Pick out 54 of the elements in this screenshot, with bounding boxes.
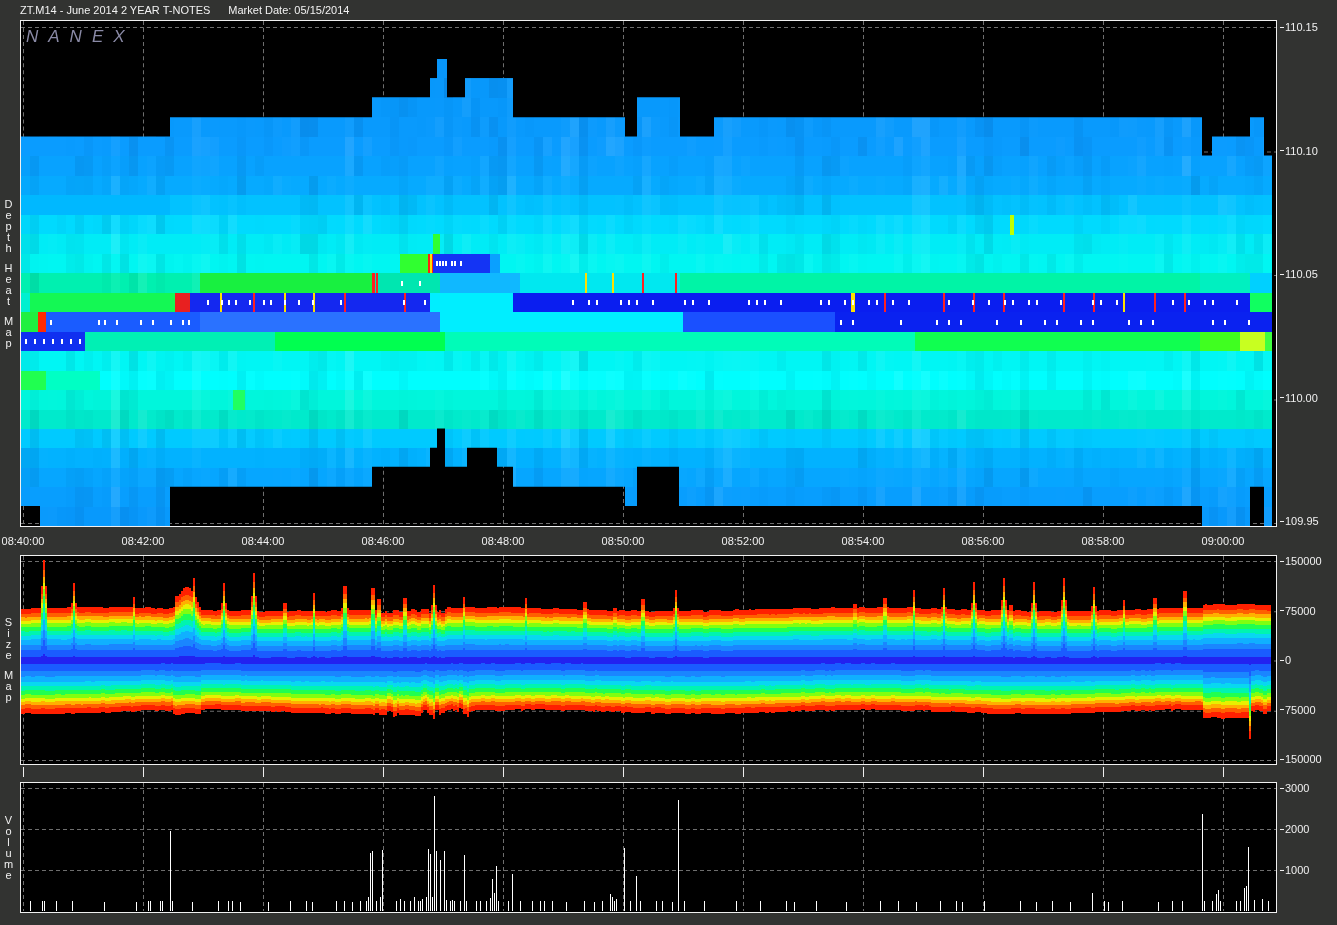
time-label: 08:42:00: [121, 535, 165, 549]
price-label: 110.05: [1285, 268, 1318, 280]
size-label: 150000: [1285, 555, 1322, 567]
tick-mark: [1280, 758, 1284, 760]
price-label: 110.10: [1285, 144, 1318, 157]
time-label: 08:56:00: [961, 535, 1005, 549]
tick-mark: [383, 767, 384, 777]
time-label: 08:58:00: [1081, 535, 1125, 549]
size-map-side-label: Size Map: [3, 617, 17, 703]
time-label: 08:52:00: [721, 535, 765, 549]
volume-label: 1000: [1285, 864, 1310, 876]
tick-mark: [1280, 709, 1284, 710]
tick-mark: [1280, 150, 1284, 151]
tick-mark: [1280, 610, 1284, 611]
tick-mark: [143, 767, 144, 777]
price-label: 109.95: [1285, 515, 1319, 527]
tick-mark: [503, 767, 504, 777]
tick-mark: [1280, 26, 1284, 28]
time-label: 08:50:00: [601, 535, 645, 549]
instrument-title: ZT.M14 - June 2014 2 YEAR T-NOTES: [20, 4, 211, 16]
tick-mark: [1280, 787, 1284, 789]
tick-mark: [1280, 273, 1284, 275]
heat-map-side-label: Depth Heat Map: [3, 198, 17, 349]
tick-mark: [623, 767, 624, 777]
volume-label: 2000: [1285, 823, 1310, 835]
tick-mark: [1280, 828, 1284, 830]
size-label: 75000: [1285, 703, 1316, 716]
tick-mark: [743, 767, 744, 777]
price-label: 110.15: [1285, 21, 1318, 33]
tick-mark: [1280, 397, 1284, 398]
time-label: 08:40:00: [1, 535, 45, 549]
volume-label: 3000: [1285, 782, 1310, 794]
tick-mark: [1223, 767, 1224, 777]
time-label: 08:44:00: [241, 535, 285, 549]
tick-mark: [983, 767, 984, 777]
tick-mark: [23, 767, 24, 777]
logo-text: NANEX: [26, 27, 135, 47]
size-label: 150000: [1285, 753, 1322, 765]
volume-side-label: Volume: [3, 814, 17, 881]
tick-mark: [1280, 560, 1284, 562]
time-label: 08:54:00: [841, 535, 885, 549]
size-label: 0: [1285, 654, 1292, 666]
tick-mark: [863, 767, 864, 777]
tick-mark: [1280, 520, 1284, 522]
tick-mark: [1103, 767, 1104, 777]
price-label: 110.00: [1285, 391, 1318, 404]
time-label: 08:46:00: [361, 535, 405, 549]
tick-mark: [1280, 869, 1284, 871]
market-date: Market Date: 05/15/2014: [228, 4, 350, 16]
time-label: 08:48:00: [481, 535, 525, 549]
time-label: 09:00:00: [1201, 535, 1245, 549]
tick-mark: [1280, 659, 1284, 661]
size-label: 75000: [1285, 604, 1316, 617]
tick-mark: [263, 767, 264, 777]
